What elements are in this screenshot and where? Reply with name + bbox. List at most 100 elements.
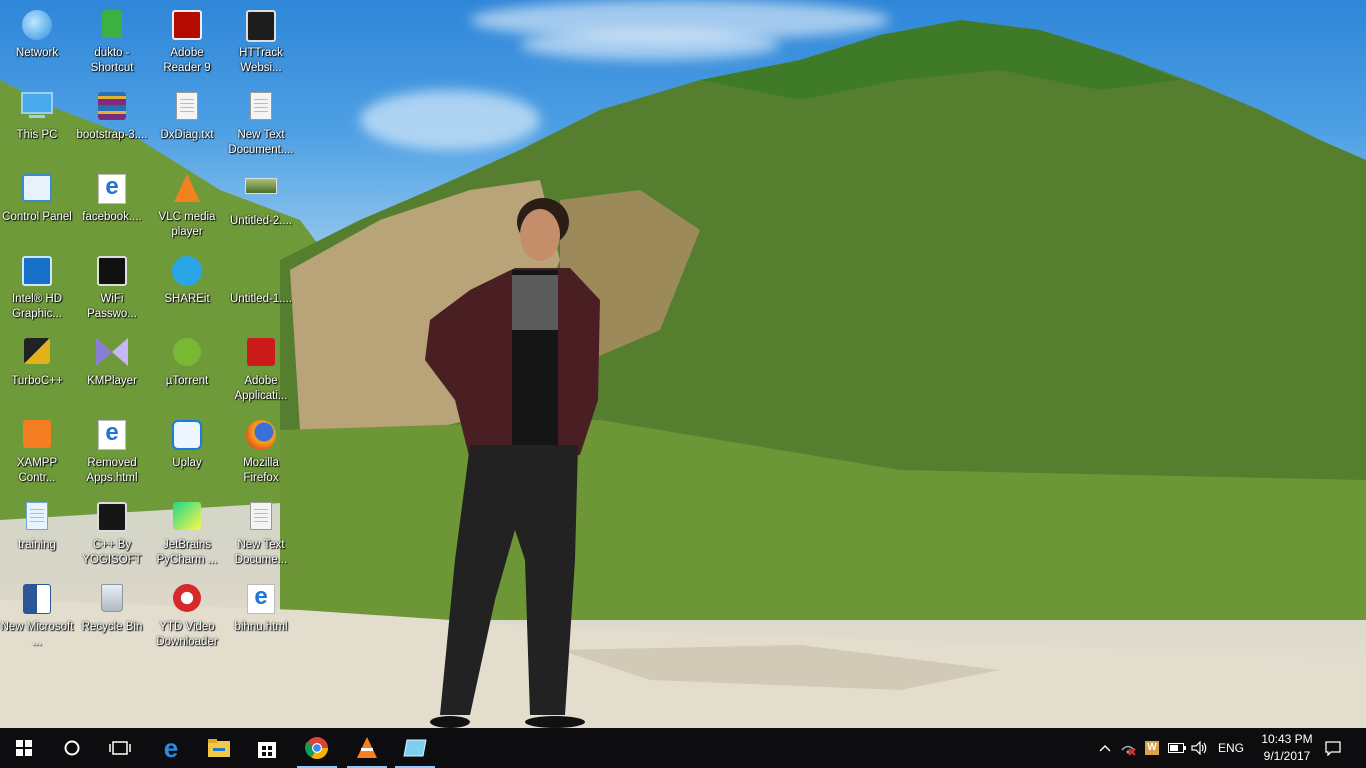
desktop-icon-adobe-reader[interactable]: Adobe Reader 9 [150,4,224,82]
clock-button[interactable]: 10:43 PM 9/1/2017 [1252,731,1322,765]
desktop-icon-kmplayer[interactable]: KMPlayer [75,332,149,410]
edge-html-icon [95,173,129,208]
network-status-button[interactable] [1117,728,1139,768]
desktop-icon-new-text-doc-1[interactable]: New Text Document.... [224,86,298,164]
notification-icon [1325,740,1341,756]
desktop-icon-untitled-1[interactable]: Untitled-1.... [224,250,298,328]
icon-label: DxDiag.txt [160,129,214,141]
icon-label: dukto - Shortcut [90,47,134,74]
icon-label: training [18,539,56,551]
cortana-icon [64,740,80,756]
text-file-icon [244,92,278,126]
icon-label: KMPlayer [87,375,137,387]
word-document-icon [20,584,54,618]
taskbar-chrome[interactable] [293,728,341,768]
desktop-icon-intel-graphics[interactable]: Intel® HD Graphic... [0,250,74,328]
desktop-icon-shareit[interactable]: SHAREit [150,250,224,328]
wifi-password-icon [95,256,129,290]
action-center-button[interactable] [1320,728,1346,768]
icon-label: VLC media player [158,211,216,238]
desktop-icon-recycle-bin[interactable]: Recycle Bin [75,578,149,656]
taskbar-file-explorer[interactable] [195,728,243,768]
image-file-icon [244,256,278,290]
desktop-icon-removed-apps[interactable]: Removed Apps.html [75,414,149,492]
taskbar-vlc[interactable] [343,728,391,768]
taskbar: e W ENG 10:43 PM 9/1/2017 [0,728,1366,768]
desktop-icon-utorrent[interactable]: µTorrent [150,332,224,410]
intel-graphics-icon [20,256,54,290]
desktop-icon-untitled-2[interactable]: Untitled-2.... [224,168,298,246]
desktop-icon-httrack[interactable]: HTTrack Websi... [224,4,298,82]
battery-icon [1168,743,1186,753]
icon-label: bihnu.html [234,621,288,633]
pycharm-icon [170,502,204,536]
show-hidden-icons-button[interactable] [1094,728,1116,768]
taskbar-app[interactable] [391,728,439,768]
icon-label: Removed Apps.html [86,457,138,484]
vlc-icon [357,737,377,758]
cpp-app-icon [95,502,129,536]
icon-label: New Text Document.... [228,129,294,156]
desktop-icon-network[interactable]: Network [0,4,74,82]
kmplayer-icon [95,338,129,372]
desktop-icon-turboc[interactable]: TurboC++ [0,332,74,410]
taskbar-store[interactable] [243,728,291,768]
desktop-icon-adobe-app[interactable]: Adobe Applicati... [224,332,298,410]
firefox-icon [244,420,278,454]
word-icon: W [1145,741,1159,755]
clock-time: 10:43 PM [1261,732,1313,746]
cortana-search-button[interactable] [48,728,96,768]
network-icon [20,10,54,44]
icon-label: µTorrent [165,375,209,387]
battery-button[interactable] [1166,728,1188,768]
task-view-button[interactable] [96,728,144,768]
desktop-icon-pycharm[interactable]: JetBrains PyCharm ... [150,496,224,574]
input-language-button[interactable]: ENG [1214,728,1248,768]
archive-icon [95,92,129,126]
desktop-icon-word-doc[interactable]: New Microsoft ... [0,578,74,656]
desktop-icon-dxdiag[interactable]: DxDiag.txt [150,86,224,164]
chrome-icon [305,737,328,759]
desktop-icon-firefox[interactable]: Mozilla Firefox [224,414,298,492]
desktop-icon-dukto[interactable]: dukto - Shortcut [75,4,149,82]
computer-icon [20,92,54,126]
desktop-icon-xampp[interactable]: XAMPP Contr... [0,414,74,492]
icon-label: New Microsoft ... [0,621,74,648]
desktop-icon-wifi-password[interactable]: WiFi Passwo... [75,250,149,328]
desktop-icon-ytd[interactable]: YTD Video Downloader [150,578,224,656]
desktop-icon-training[interactable]: training [0,496,74,574]
task-view-icon [109,741,131,755]
desktop-icon-this-pc[interactable]: This PC [0,86,74,164]
dukto-icon [95,10,129,44]
chevron-up-icon [1099,745,1111,752]
word-tray-button[interactable]: W [1141,728,1163,768]
edge-html-icon [95,419,129,454]
edge-icon: e [163,733,179,763]
adobe-app-icon [244,338,278,372]
app-icon [403,739,427,757]
turboc-icon [20,338,54,372]
icon-label: Network [15,47,59,59]
xampp-icon [20,420,54,454]
taskbar-edge[interactable]: e [147,728,195,768]
clock-date: 9/1/2017 [1263,749,1311,763]
desktop-icon-bootstrap[interactable]: bootstrap-3.... [75,86,149,164]
desktop-icon-facebook-html[interactable]: facebook.... [75,168,149,246]
icon-label: TurboC++ [11,375,63,387]
desktop-icon-control-panel[interactable]: Control Panel [0,168,74,246]
vlc-icon [170,174,204,208]
adobe-reader-icon [170,10,204,44]
ytd-downloader-icon [170,584,204,618]
edge-html-icon [244,583,278,618]
icon-label: Uplay [172,457,202,469]
desktop-icon-bihnu-html[interactable]: bihnu.html [224,578,298,656]
icon-label: JetBrains PyCharm ... [156,539,218,566]
icon-label: YTD Video Downloader [156,621,218,648]
desktop-icon-new-text-doc-2[interactable]: New Text Docume... [224,496,298,574]
desktop-icon-cpp-yogisoft[interactable]: C++ By YOGISOFT [75,496,149,574]
start-button[interactable] [0,728,48,768]
desktop-icon-uplay[interactable]: Uplay [150,414,224,492]
volume-button[interactable] [1189,728,1211,768]
icon-label: Control Panel [2,211,72,223]
desktop-icon-vlc[interactable]: VLC media player [150,168,224,246]
